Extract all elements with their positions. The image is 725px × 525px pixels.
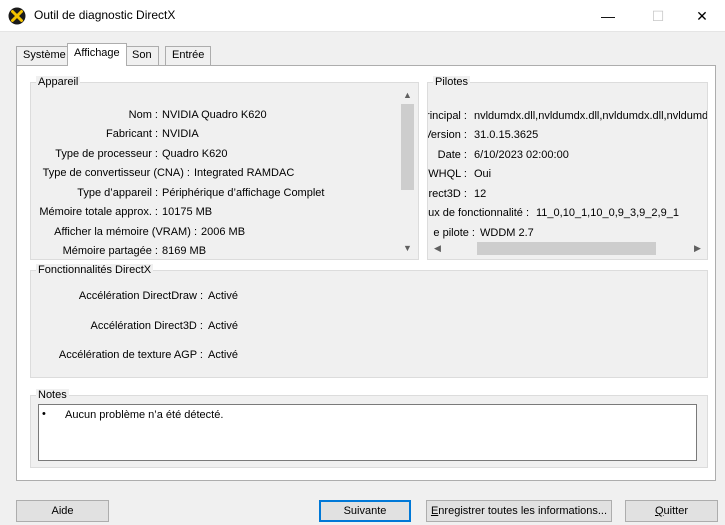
device-type-value: Périphérique d’affichage Complet — [162, 187, 325, 199]
tab-label: Affichage — [74, 47, 120, 59]
feature-levels-label: ux de fonctionnalité : — [428, 207, 529, 219]
total-memory-value: 10175 MB — [162, 206, 213, 218]
manufacturer-value: NVIDIA — [162, 128, 199, 140]
window-title: Outil de diagnostic DirectX — [34, 8, 176, 22]
driver-model-label: e pilote : — [433, 227, 475, 239]
main-driver-label: rincipal : — [427, 110, 467, 122]
vram-label: Afficher la mémoire (VRAM) : — [54, 226, 197, 238]
close-icon: ✕ — [696, 8, 708, 24]
help-button[interactable]: Aide — [16, 500, 109, 522]
directdraw-accel-value: Activé — [208, 290, 238, 302]
direct3d-ddi-label: irect3D : — [427, 188, 467, 200]
dac-type-label: Type de convertisseur (CNA) : — [42, 167, 190, 179]
notes-group-title: Notes — [36, 389, 69, 401]
scroll-up-arrow-icon[interactable]: ▲ — [399, 90, 416, 100]
direct3d-accel-value: Activé — [208, 320, 238, 332]
driver-date-label: Date : — [437, 149, 467, 161]
drivers-group: rincipal : nvldumdx.dll,nvldumdx.dll,nvl… — [427, 82, 708, 260]
scroll-down-arrow-icon[interactable]: ▼ — [399, 243, 416, 253]
device-type-label: Type d’appareil : — [77, 187, 158, 199]
direct3d-accel-label: Accélération Direct3D : — [90, 320, 204, 332]
tab-affichage[interactable]: Affichage — [67, 43, 127, 66]
driver-version-label: Version : — [427, 129, 467, 141]
whql-label: WHQL : — [428, 168, 467, 180]
tab-label: Entrée — [172, 49, 205, 61]
device-name-value: NVIDIA Quadro K620 — [162, 109, 267, 121]
agp-texture-accel-label: Accélération de texture AGP : — [58, 349, 203, 361]
minimize-icon: — — [601, 8, 615, 24]
quit-button[interactable]: Quitter — [625, 500, 718, 522]
quit-mnemonic: Q — [654, 505, 664, 517]
tab-son[interactable]: Son — [125, 46, 159, 65]
device-name-label: Nom : — [128, 109, 158, 121]
driver-version-value: 31.0.15.3625 — [474, 129, 539, 141]
shared-memory-label: Mémoire partagée : — [62, 245, 158, 257]
scroll-left-arrow-icon[interactable]: ◀ — [429, 243, 446, 254]
whql-value: Oui — [474, 168, 492, 180]
device-group-title: Appareil — [36, 76, 81, 88]
driver-date-value: 6/10/2023 02:00:00 — [474, 149, 569, 161]
next-page-button[interactable]: Suivante — [319, 500, 411, 522]
directx-features-title: Fonctionnalités DirectX — [36, 264, 154, 276]
drivers-group-title: Pilotes — [433, 76, 471, 88]
directx-icon — [8, 7, 26, 25]
save-all-info-button[interactable]: Enregistrer toutes les informations... — [426, 500, 612, 522]
agp-texture-accel-value: Activé — [208, 349, 238, 361]
tab-entree[interactable]: Entrée — [165, 46, 212, 65]
processor-type-value: Quadro K620 — [162, 148, 228, 160]
main-driver-value: nvldumdx.dll,nvldumdx.dll,nvldumdx.dll,n… — [474, 110, 708, 122]
bullet-icon: • — [42, 408, 46, 420]
directdraw-accel-label: Accélération DirectDraw : — [78, 290, 203, 302]
feature-levels-value: 11_0,10_1,10_0,9_3,9_2,9_1 — [536, 207, 679, 219]
direct3d-ddi-value: 12 — [474, 188, 487, 200]
scroll-right-arrow-icon[interactable]: ▶ — [689, 243, 706, 254]
dac-type-value: Integrated RAMDAC — [194, 167, 295, 179]
maximize-icon: ☐ — [651, 8, 665, 24]
save-all-info-label: nregistrer toutes les informations... — [438, 505, 608, 517]
manufacturer-label: Fabricant : — [106, 128, 158, 140]
next-page-button-label: Suivante — [343, 505, 387, 517]
drivers-scrollbar-thumb[interactable] — [477, 242, 656, 255]
tab-label: Système — [23, 49, 66, 61]
tab-label: Son — [132, 49, 152, 61]
help-button-label: Aide — [51, 505, 74, 517]
close-button[interactable]: ✕ — [679, 0, 725, 32]
shared-memory-value: 8169 MB — [162, 245, 207, 257]
note-item: Aucun problème n’a été détecté. — [65, 409, 224, 421]
processor-type-label: Type de processeur : — [55, 148, 158, 160]
minimize-button[interactable]: — — [585, 0, 631, 32]
maximize-button: ☐ — [635, 0, 681, 32]
driver-model-value: WDDM 2.7 — [480, 227, 534, 239]
notes-textbox[interactable]: • Aucun problème n’a été détecté. — [38, 404, 697, 461]
tab-systeme[interactable]: Système — [16, 46, 73, 65]
vram-value: 2006 MB — [201, 226, 246, 238]
total-memory-label: Mémoire totale approx. : — [39, 206, 158, 218]
device-scrollbar-thumb[interactable] — [401, 104, 414, 190]
quit-button-label: uitter — [663, 505, 689, 517]
